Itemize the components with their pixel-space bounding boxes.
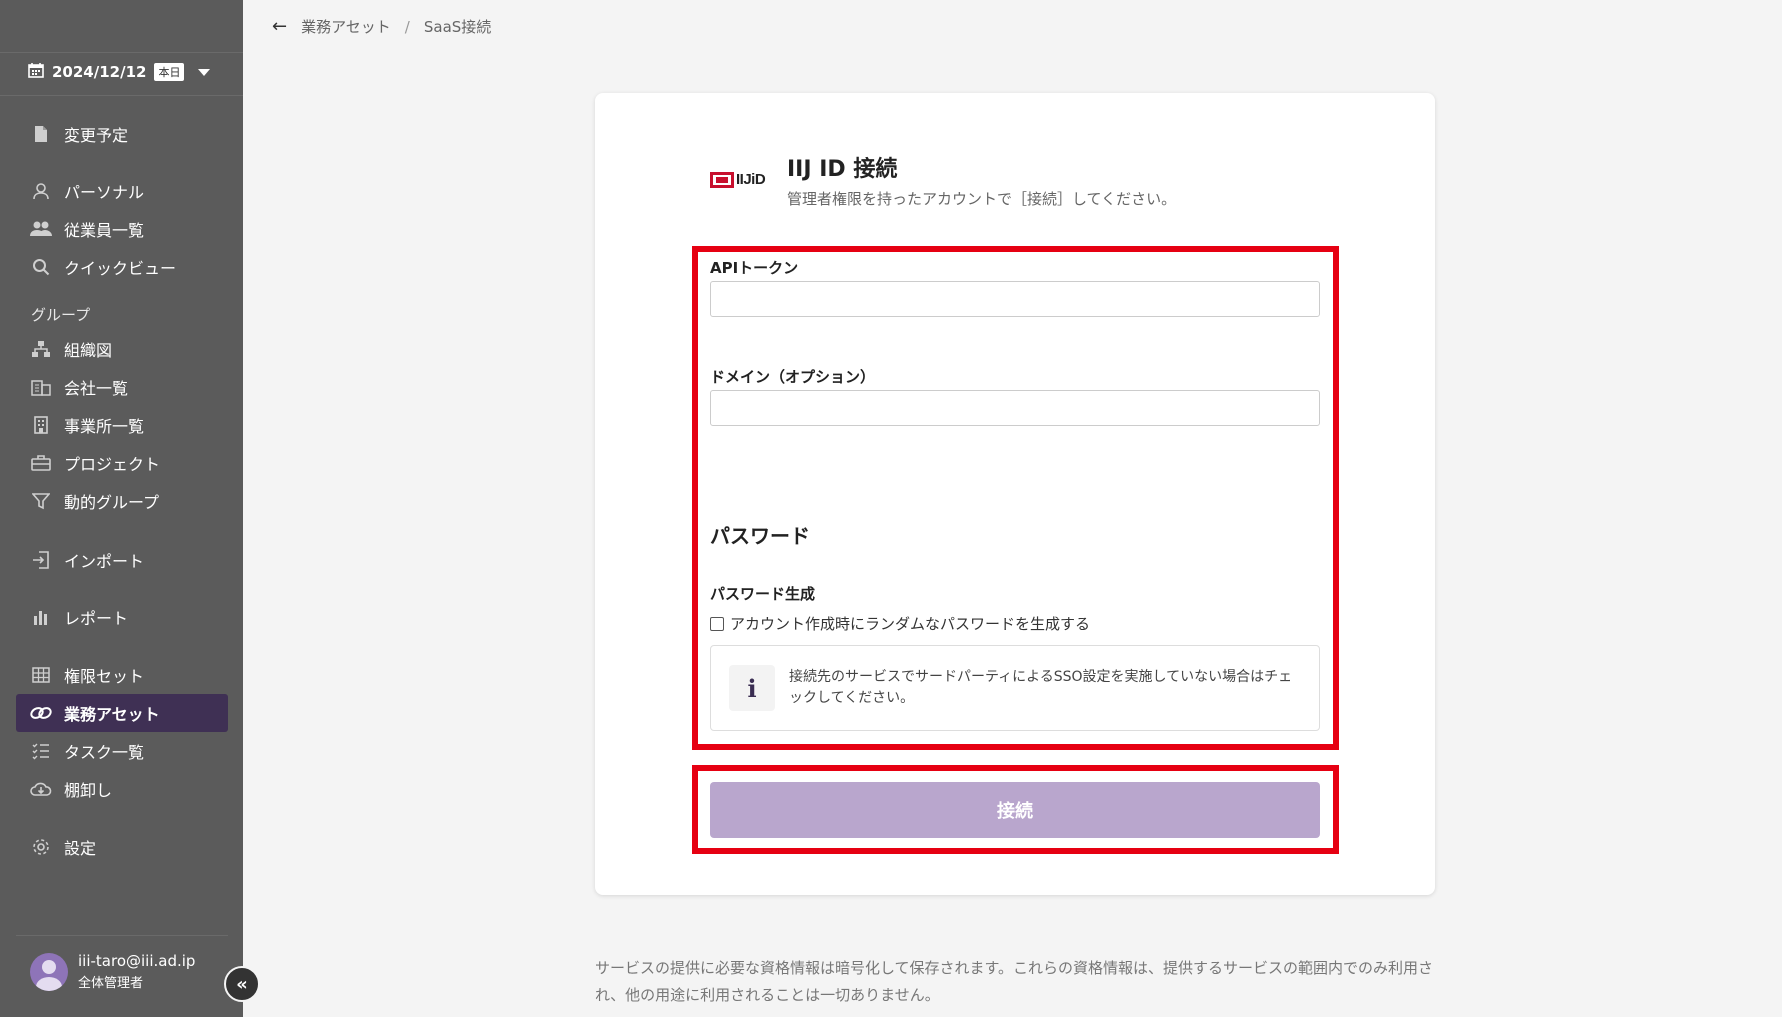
date-selector[interactable]: 2024/12/12 本日 xyxy=(28,58,211,86)
password-generation-option[interactable]: アカウント作成時にランダムなパスワードを生成する xyxy=(710,613,1090,634)
breadcrumb: ← 業務アセット / SaaS接続 xyxy=(272,16,491,37)
sidebar-item-label: タスク一覧 xyxy=(64,743,145,762)
info-icon: i xyxy=(729,665,775,711)
people-icon xyxy=(30,218,52,240)
grid-icon xyxy=(30,664,52,686)
sidebar-item-label: 組織図 xyxy=(64,341,113,360)
sidebar-item-tasks[interactable]: タスク一覧 xyxy=(16,732,228,770)
generate-password-checkbox-label[interactable]: アカウント作成時にランダムなパスワードを生成する xyxy=(730,613,1090,634)
logo-text: IIJiD xyxy=(736,171,766,188)
page-title: IIJ ID 接続 xyxy=(787,157,898,182)
sidebar-item-org-chart[interactable]: 組織図 xyxy=(16,330,228,368)
sidebar: 2024/12/12 本日 変更予定 パーソナル 従業員一覧 クイックビュー グ… xyxy=(0,0,243,1017)
sidebar-item-offices[interactable]: 事業所一覧 xyxy=(16,406,228,444)
sidebar-item-business-assets[interactable]: 業務アセット xyxy=(16,694,228,732)
sidebar-item-label: パーソナル xyxy=(64,183,145,202)
collapse-sidebar-button[interactable]: « xyxy=(224,966,260,1002)
back-arrow-icon[interactable]: ← xyxy=(272,16,287,37)
generate-password-checkbox[interactable] xyxy=(710,616,724,631)
sidebar-item-label: レポート xyxy=(64,609,129,628)
page-subtitle: 管理者権限を持ったアカウントで［接続］してください。 xyxy=(787,190,1177,208)
info-box: i 接続先のサービスでサードパーティによるSSO設定を実施していない場合はチェッ… xyxy=(710,645,1320,731)
office-icon xyxy=(30,414,52,436)
breadcrumb-item-business-assets[interactable]: 業務アセット xyxy=(301,16,391,37)
sidebar-item-change-schedule[interactable]: 変更予定 xyxy=(16,115,228,153)
sidebar-item-label: 会社一覧 xyxy=(64,379,129,398)
sidebar-item-label: インポート xyxy=(64,552,145,571)
sidebar-item-label: 変更予定 xyxy=(64,126,129,145)
logo-mark xyxy=(710,171,734,188)
breadcrumb-separator: / xyxy=(404,17,410,36)
connect-button[interactable]: 接続 xyxy=(710,782,1320,838)
sidebar-item-employees[interactable]: 従業員一覧 xyxy=(16,210,228,248)
sidebar-item-settings[interactable]: 設定 xyxy=(16,828,228,866)
domain-label: ドメイン（オプション） xyxy=(710,368,876,386)
iij-id-logo: IIJiD xyxy=(710,171,766,188)
sidebar-item-label: 業務アセット xyxy=(64,705,160,724)
gear-icon xyxy=(30,836,52,858)
filter-icon xyxy=(30,490,52,512)
briefcase-icon xyxy=(30,452,52,474)
sidebar-group-label: グループ xyxy=(31,306,91,324)
user-role: 全体管理者 xyxy=(78,976,144,991)
password-section-title: パスワード xyxy=(710,524,810,548)
bar-chart-icon xyxy=(30,606,52,628)
breadcrumb-item-saas-connection: SaaS接続 xyxy=(423,18,492,36)
sidebar-item-label: プロジェクト xyxy=(64,455,161,474)
document-icon xyxy=(30,123,52,145)
import-icon xyxy=(30,549,52,571)
sidebar-item-dynamic-groups[interactable]: 動的グループ xyxy=(16,482,228,520)
security-footer-note: サービスの提供に必要な資格情報は暗号化して保存されます。これらの資格情報は、提供… xyxy=(595,959,1434,1004)
person-icon xyxy=(30,180,52,202)
sidebar-item-label: 権限セット xyxy=(64,667,145,686)
sidebar-item-projects[interactable]: プロジェクト xyxy=(16,444,228,482)
sidebar-item-import[interactable]: インポート xyxy=(16,541,228,579)
api-token-input[interactable] xyxy=(710,281,1320,317)
sidebar-item-inventory[interactable]: 棚卸し xyxy=(16,770,228,808)
chevron-down-icon[interactable] xyxy=(198,68,211,76)
sidebar-item-label: 設定 xyxy=(64,839,97,858)
search-icon xyxy=(30,256,52,278)
sidebar-header xyxy=(0,0,243,53)
cloud-download-icon xyxy=(30,778,52,800)
link-icon xyxy=(30,702,52,724)
domain-input[interactable] xyxy=(710,390,1320,426)
checklist-icon xyxy=(30,740,52,762)
org-chart-icon xyxy=(30,338,52,360)
building-icon xyxy=(30,376,52,398)
today-badge: 本日 xyxy=(154,63,185,81)
info-text: 接続先のサービスでサードパーティによるSSO設定を実施していない場合はチェックし… xyxy=(789,669,1293,706)
connection-card: IIJiD IIJ ID 接続 管理者権限を持ったアカウントで［接続］してくださ… xyxy=(595,93,1435,895)
sidebar-item-quickview[interactable]: クイックビュー xyxy=(16,248,228,286)
sidebar-footer-divider xyxy=(16,935,228,936)
sidebar-item-label: 棚卸し xyxy=(64,781,113,800)
sidebar-item-personal[interactable]: パーソナル xyxy=(16,172,228,210)
sidebar-item-label: 動的グループ xyxy=(64,493,160,512)
sidebar-item-companies[interactable]: 会社一覧 xyxy=(16,368,228,406)
api-token-label: APIトークン xyxy=(710,259,799,277)
user-profile[interactable]: iii-taro@iii.ad.ip 全体管理者 xyxy=(30,952,195,991)
sidebar-divider xyxy=(0,95,243,96)
user-email: iii-taro@iii.ad.ip xyxy=(78,952,196,970)
sidebar-item-label: クイックビュー xyxy=(64,259,177,278)
sidebar-item-label: 事業所一覧 xyxy=(64,417,145,436)
avatar xyxy=(30,952,68,991)
sidebar-item-label: 従業員一覧 xyxy=(64,221,145,240)
date-text: 2024/12/12 xyxy=(52,63,147,81)
sidebar-item-permission-sets[interactable]: 権限セット xyxy=(16,656,228,694)
calendar-icon xyxy=(28,62,44,82)
sidebar-item-reports[interactable]: レポート xyxy=(16,598,228,636)
password-generation-label: パスワード生成 xyxy=(710,585,816,603)
